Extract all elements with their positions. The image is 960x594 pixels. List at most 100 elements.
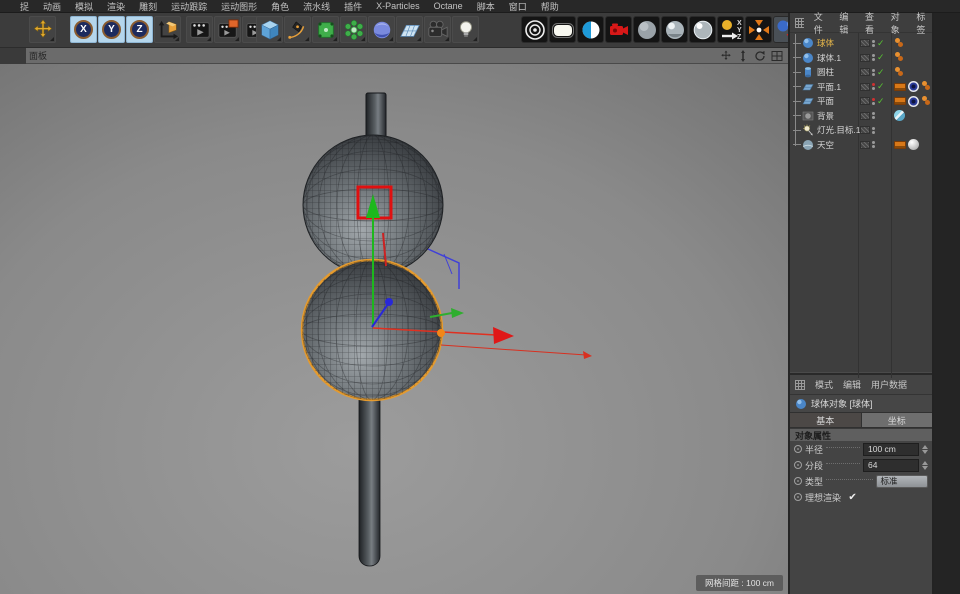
layer-box-icon[interactable] [860, 141, 870, 149]
move-tool-icon[interactable] [29, 16, 56, 43]
material-tag-icon[interactable] [894, 67, 905, 78]
radius-stepper[interactable] [922, 445, 928, 454]
sky-material-tag-icon[interactable] [894, 110, 905, 121]
camera-icon[interactable] [424, 16, 451, 43]
zoom-view-icon[interactable] [736, 49, 750, 63]
attribute-manager-menu-item[interactable]: 编辑 [843, 378, 861, 391]
layer-box-icon[interactable] [860, 83, 870, 91]
viewport-menu-panel[interactable]: 面板 [29, 49, 47, 62]
visibility-dots[interactable] [872, 127, 875, 134]
menu-item[interactable]: 动画 [43, 0, 61, 13]
enabled-check-icon[interactable]: ✓ [877, 68, 885, 77]
material-tag-icon[interactable] [921, 81, 932, 92]
keyframe-circle-icon[interactable] [794, 461, 802, 469]
object-row-background[interactable]: 背景 [790, 109, 932, 124]
octane-scatter-icon[interactable] [745, 16, 772, 43]
tab-basic[interactable]: 基本 [790, 413, 861, 427]
primitive-cube-icon[interactable] [256, 16, 283, 43]
deformer-icon[interactable] [368, 16, 395, 43]
layer-box-icon[interactable] [860, 112, 870, 120]
object-properties-header[interactable]: 对象属性 [790, 428, 932, 441]
object-manager-menu-item[interactable]: 查看 [865, 10, 881, 36]
layer-box-icon[interactable] [860, 54, 870, 62]
subdivision-surface-icon[interactable] [312, 16, 339, 43]
octane-specular-material-icon[interactable] [689, 16, 716, 43]
visibility-dots[interactable] [872, 54, 875, 61]
object-row-sky[interactable]: 天空 [790, 138, 932, 153]
enabled-check-icon[interactable]: ✓ [877, 82, 885, 91]
object-row-plane1[interactable]: 平面.1 ✓ [790, 80, 932, 95]
object-row-light-target[interactable]: 灯光.目标.1 [790, 123, 932, 138]
enabled-check-icon[interactable]: ✓ [877, 53, 885, 62]
pan-view-icon[interactable] [719, 49, 733, 63]
object-row-sphere1[interactable]: 球体.1 ✓ [790, 51, 932, 66]
visibility-dots[interactable] [872, 98, 875, 105]
rotate-view-icon[interactable] [753, 49, 767, 63]
panel-grid-icon[interactable] [795, 18, 804, 28]
menu-item[interactable]: 渲染 [107, 0, 125, 13]
lock-x-axis-icon[interactable]: X [70, 16, 97, 43]
lock-z-axis-icon[interactable]: Z [126, 16, 153, 43]
gizmo-blue-handle[interactable] [428, 249, 459, 289]
material-tag-icon[interactable] [894, 52, 905, 63]
octane-camera-icon[interactable] [605, 16, 632, 43]
object-row-plane[interactable]: 平面 ✓ [790, 94, 932, 109]
material-tag-icon[interactable] [894, 38, 905, 49]
target-tag-icon[interactable] [908, 81, 919, 92]
visibility-dots[interactable] [872, 112, 875, 119]
render-view-icon[interactable] [186, 16, 213, 43]
object-row-sphere[interactable]: 球体 ✓ [790, 36, 932, 51]
octane-hdri-icon[interactable] [577, 16, 604, 43]
object-manager-menu-item[interactable]: 标签 [916, 10, 932, 36]
gizmo-origin-dot[interactable] [437, 329, 445, 337]
octane-object-tag-icon[interactable] [894, 97, 906, 105]
menu-item[interactable]: Octane [434, 1, 463, 11]
menu-item[interactable]: 窗口 [509, 0, 527, 13]
menu-item[interactable]: 雕刻 [139, 0, 157, 13]
octane-objects-icon[interactable] [773, 16, 788, 43]
octane-arealight-icon[interactable] [549, 16, 576, 43]
target-tag-icon[interactable] [908, 96, 919, 107]
octane-object-tag-icon[interactable] [894, 141, 906, 149]
layer-box-icon[interactable] [860, 97, 870, 105]
attribute-manager-menu-item[interactable]: 模式 [815, 378, 833, 391]
visibility-dots[interactable] [872, 141, 875, 148]
layer-box-icon[interactable] [860, 126, 870, 134]
keyframe-circle-icon[interactable] [794, 493, 802, 501]
menu-item[interactable]: X-Particles [376, 1, 420, 11]
octane-glossy-material-icon[interactable] [661, 16, 688, 43]
octane-transform-icon[interactable]: XYZ [717, 16, 744, 43]
visibility-dots[interactable] [872, 69, 875, 76]
spline-pen-icon[interactable] [284, 16, 311, 43]
coordinate-system-icon[interactable] [154, 16, 181, 43]
viewport-canvas[interactable]: 网格间距 : 100 cm [0, 64, 788, 594]
menu-item[interactable]: 运动图形 [221, 0, 257, 13]
segments-field[interactable]: 64 [863, 459, 919, 472]
visibility-dots[interactable] [872, 83, 875, 90]
segments-stepper[interactable] [922, 461, 928, 470]
layer-box-icon[interactable] [860, 68, 870, 76]
lock-y-axis-icon[interactable]: Y [98, 16, 125, 43]
object-row-cylinder[interactable]: 圆柱 ✓ [790, 65, 932, 80]
menu-item[interactable]: 模拟 [75, 0, 93, 13]
object-manager-menu-item[interactable]: 对象 [891, 10, 907, 36]
object-manager-menu-item[interactable]: 文件 [814, 10, 830, 36]
enabled-check-icon[interactable]: ✓ [877, 39, 885, 48]
material-tag-icon[interactable] [921, 96, 932, 107]
menu-item[interactable]: 角色 [271, 0, 289, 13]
menu-item[interactable]: 流水线 [303, 0, 330, 13]
floor-icon[interactable] [396, 16, 423, 43]
light-icon[interactable] [452, 16, 479, 43]
octane-diffuse-material-icon[interactable] [633, 16, 660, 43]
octane-target-icon[interactable] [521, 16, 548, 43]
menu-item[interactable]: 插件 [344, 0, 362, 13]
keyframe-circle-icon[interactable] [794, 477, 802, 485]
menu-item[interactable]: 捉 [20, 0, 29, 13]
menu-item[interactable]: 脚本 [477, 0, 495, 13]
toggle-views-icon[interactable] [770, 49, 784, 63]
panel-grid-icon[interactable] [795, 380, 805, 390]
array-generator-icon[interactable] [340, 16, 367, 43]
attribute-manager-menu-item[interactable]: 用户数据 [871, 378, 907, 391]
menu-item[interactable]: 帮助 [541, 0, 559, 13]
octane-object-tag-icon[interactable] [894, 83, 906, 91]
